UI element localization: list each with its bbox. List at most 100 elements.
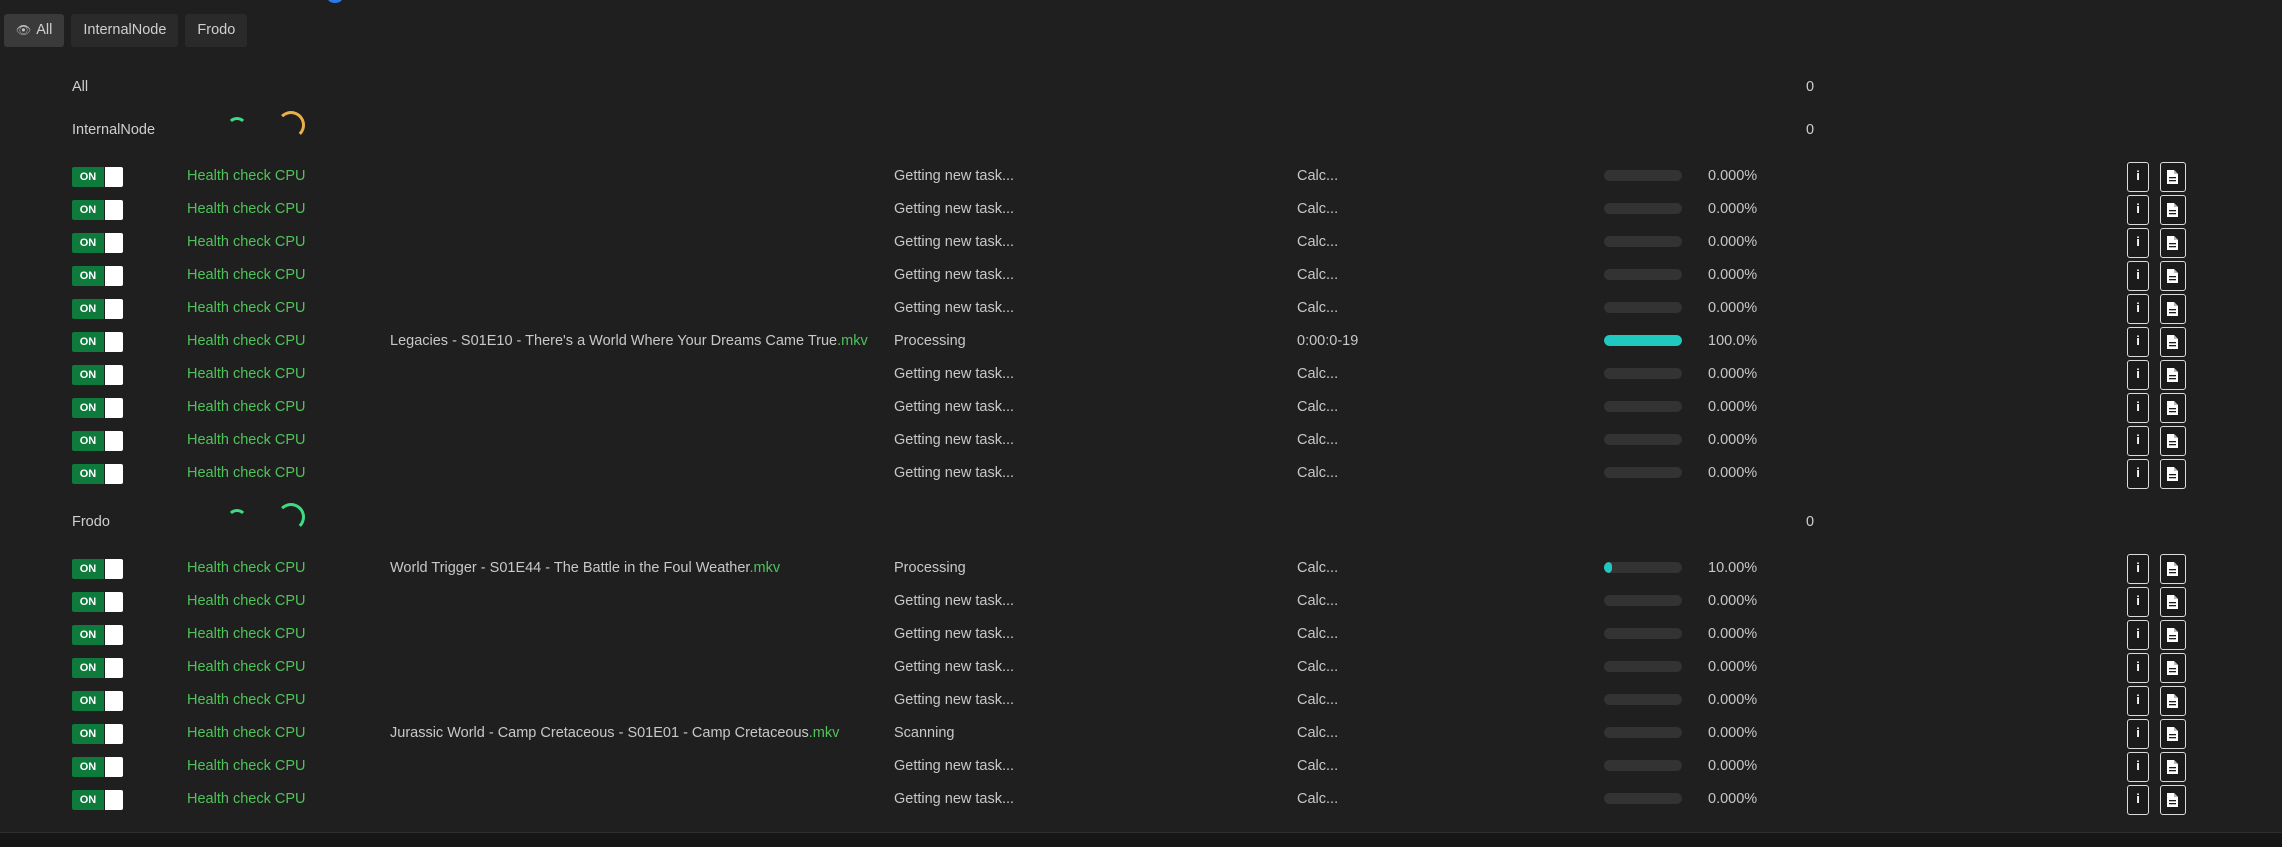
info-button[interactable]: i	[2127, 620, 2149, 650]
progress-bar	[1604, 628, 1682, 639]
worker-toggle[interactable]: ON	[72, 332, 124, 352]
worker-status: Getting new task...	[894, 300, 1015, 316]
tab-internalnode[interactable]: InternalNode	[71, 14, 179, 47]
log-button[interactable]	[2160, 195, 2186, 225]
toggle-knob	[105, 592, 123, 612]
info-button[interactable]: i	[2127, 752, 2149, 782]
worker-toggle[interactable]: ON	[72, 724, 124, 744]
progress-bar	[1604, 793, 1682, 804]
worker-toggle[interactable]: ON	[72, 592, 124, 612]
plugin-name: Health check CPU	[187, 659, 306, 675]
toggle-knob	[105, 365, 123, 385]
worker-status: Processing	[894, 333, 966, 349]
progress-bar	[1604, 269, 1682, 280]
info-button[interactable]: i	[2127, 261, 2149, 291]
plugin-name: Health check CPU	[187, 333, 306, 349]
log-button[interactable]	[2160, 653, 2186, 683]
progress-bar	[1604, 401, 1682, 412]
worker-toggle[interactable]: ON	[72, 431, 124, 451]
progress-percent: 0.000%	[1708, 593, 1758, 609]
tab-all[interactable]: 👁 All	[4, 14, 65, 47]
worker-toggle[interactable]: ON	[72, 691, 124, 711]
log-button[interactable]	[2160, 785, 2186, 815]
info-button[interactable]: i	[2127, 360, 2149, 390]
log-button[interactable]	[2160, 162, 2186, 192]
worker-toggle[interactable]: ON	[72, 559, 124, 579]
info-button[interactable]: i	[2127, 228, 2149, 258]
worker-eta: Calc...	[1297, 465, 1339, 481]
info-button[interactable]: i	[2127, 426, 2149, 456]
progress-bar	[1604, 203, 1682, 214]
info-button[interactable]: i	[2127, 162, 2149, 192]
info-button[interactable]: i	[2127, 195, 2149, 225]
info-button[interactable]: i	[2127, 686, 2149, 716]
plugin-name: Health check CPU	[187, 300, 306, 316]
tab-frodo-label: Frodo	[197, 22, 236, 38]
progress-percent: 0.000%	[1708, 201, 1758, 217]
file-log-icon	[2167, 467, 2178, 481]
info-button[interactable]: i	[2127, 785, 2149, 815]
worker-eta: Calc...	[1297, 593, 1339, 609]
toggle-on-label: ON	[72, 658, 104, 678]
worker-row: ON Health check CPU Getting new task... Cal…	[72, 193, 2192, 226]
file-log-icon	[2167, 793, 2178, 807]
worker-toggle[interactable]: ON	[72, 757, 124, 777]
info-button[interactable]: i	[2127, 294, 2149, 324]
worker-row: ON Health check CPU Getting new task... Cal…	[72, 160, 2192, 193]
info-button[interactable]: i	[2127, 327, 2149, 357]
progress-bar	[1604, 467, 1682, 478]
log-button[interactable]	[2160, 426, 2186, 456]
log-button[interactable]	[2160, 228, 2186, 258]
tab-frodo[interactable]: Frodo	[185, 14, 248, 47]
toggle-on-label: ON	[72, 464, 104, 484]
log-button[interactable]	[2160, 393, 2186, 423]
info-button[interactable]: i	[2127, 393, 2149, 423]
worker-toggle[interactable]: ON	[72, 398, 124, 418]
worker-row: ON Health check CPU Getting new task... Cal…	[72, 292, 2192, 325]
worker-status: Processing	[894, 560, 966, 576]
log-button[interactable]	[2160, 620, 2186, 650]
worker-toggle[interactable]: ON	[72, 200, 124, 220]
worker-toggle[interactable]: ON	[72, 233, 124, 253]
worker-eta: Calc...	[1297, 168, 1339, 184]
progress-bar	[1604, 302, 1682, 313]
log-button[interactable]	[2160, 459, 2186, 489]
progress-bar	[1604, 170, 1682, 181]
worker-status: Scanning	[894, 725, 955, 741]
log-button[interactable]	[2160, 752, 2186, 782]
progress-percent: 0.000%	[1708, 267, 1758, 283]
log-button[interactable]	[2160, 587, 2186, 617]
worker-toggle[interactable]: ON	[72, 299, 124, 319]
info-button[interactable]: i	[2127, 653, 2149, 683]
worker-toggle[interactable]: ON	[72, 266, 124, 286]
worker-toggle[interactable]: ON	[72, 658, 124, 678]
info-button[interactable]: i	[2127, 459, 2149, 489]
worker-toggle[interactable]: ON	[72, 365, 124, 385]
log-button[interactable]	[2160, 554, 2186, 584]
info-button[interactable]: i	[2127, 587, 2149, 617]
log-button[interactable]	[2160, 719, 2186, 749]
tab-internalnode-label: InternalNode	[83, 22, 167, 38]
worker-toggle[interactable]: ON	[72, 167, 124, 187]
file-log-icon	[2167, 302, 2178, 316]
info-button[interactable]: i	[2127, 719, 2149, 749]
worker-toggle[interactable]: ON	[72, 625, 124, 645]
toggle-knob	[105, 299, 123, 319]
log-button[interactable]	[2160, 360, 2186, 390]
toggle-knob	[105, 790, 123, 810]
worker-status: Getting new task...	[894, 432, 1015, 448]
file-base: Jurassic World - Camp Cretaceous - S01E0…	[390, 725, 809, 741]
worker-toggle[interactable]: ON	[72, 464, 124, 484]
info-button[interactable]: i	[2127, 554, 2149, 584]
log-button[interactable]	[2160, 261, 2186, 291]
worker-toggle[interactable]: ON	[72, 790, 124, 810]
horizontal-scrollbar[interactable]	[0, 832, 2282, 847]
log-button[interactable]	[2160, 327, 2186, 357]
plugin-name: Health check CPU	[187, 692, 306, 708]
plugin-name: Health check CPU	[187, 201, 306, 217]
log-button[interactable]	[2160, 686, 2186, 716]
node-tabs: 👁 All InternalNode Frodo	[4, 14, 248, 47]
log-button[interactable]	[2160, 294, 2186, 324]
file-log-icon	[2167, 401, 2178, 415]
toggle-on-label: ON	[72, 332, 104, 352]
